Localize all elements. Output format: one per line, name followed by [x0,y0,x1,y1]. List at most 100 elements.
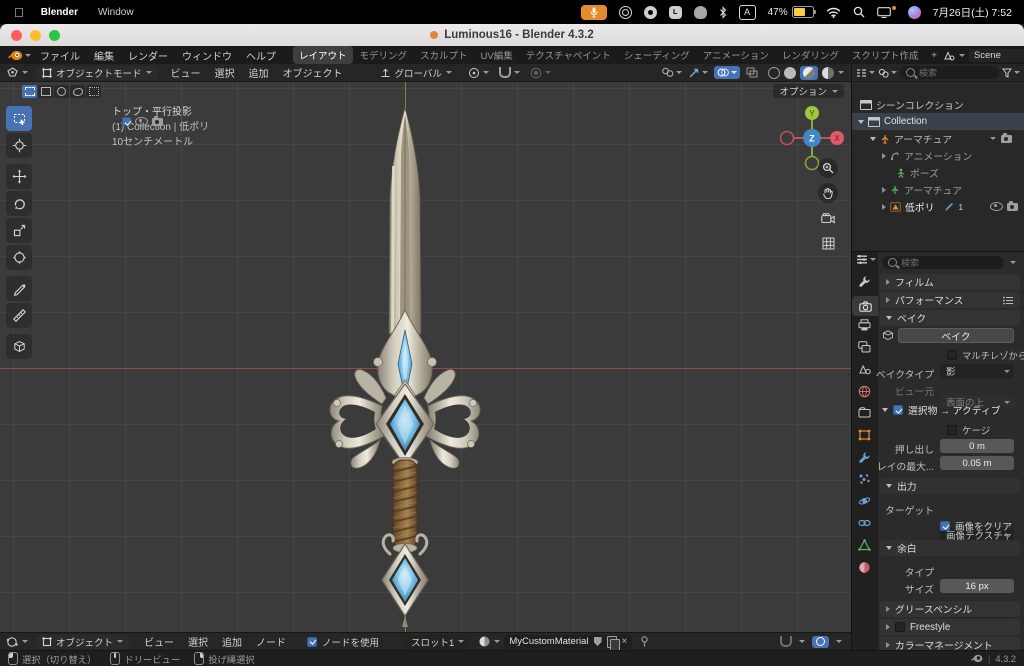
tab-shading[interactable]: シェーディング [618,46,696,64]
tab-object-data[interactable] [858,539,871,551]
properties-editor-type-button[interactable] [856,254,876,265]
outliner-search-field[interactable] [900,66,999,79]
unlink-material-icon[interactable]: × [622,637,628,647]
outliner-filter-dropdown[interactable] [878,68,897,78]
transform-tool[interactable] [6,245,32,270]
material-name-field[interactable]: MyCustomMaterial × [504,635,632,649]
tab-sculpt[interactable]: スカルプト [414,46,474,64]
tweak-tool-button[interactable] [22,85,37,98]
viewport-canvas[interactable]: トップ・平行投影 (1) Collection | 低ポリ 10センチメートル … [0,82,852,632]
cage-checkbox[interactable]: ケージ [947,423,990,437]
headset-menu-icon[interactable] [694,6,707,19]
pin-material-icon[interactable] [640,636,649,647]
menu-window[interactable]: ウィンドウ [175,48,239,63]
outliner-row-pose[interactable]: ポーズ [896,164,939,181]
sword-model[interactable] [320,94,490,632]
mic-status-button[interactable] [581,5,607,20]
minimize-window-button[interactable] [30,30,41,41]
shader-snap-toggle[interactable] [780,636,792,647]
menu-render[interactable]: レンダー [121,48,175,63]
outliner-display-mode-dropdown[interactable] [856,68,875,78]
material-slot-dropdown[interactable]: スロット1 [405,635,470,649]
shader-menu-select[interactable]: 選択 [181,634,215,649]
cursor-tool[interactable] [6,133,32,158]
shader-overlays-toggle[interactable] [812,636,829,648]
properties-search-caret[interactable] [1010,261,1016,264]
overlays-toggle-dropdown[interactable] [714,66,740,79]
use-nodes-checkbox[interactable]: ノードを使用 [307,635,379,649]
tab-view-layer[interactable] [858,341,871,353]
tab-scripting[interactable]: スクリプト作成 [846,46,925,64]
tab-tool[interactable] [858,275,871,288]
select-box-mini-button[interactable] [38,85,53,98]
tab-particles[interactable] [858,473,871,485]
panel-grease-pencil[interactable]: グリースペンシル [880,601,1020,617]
viewport-menu-view[interactable]: ビュー [164,65,208,80]
select-circle-mini-button[interactable] [54,85,69,98]
viewport-menu-select[interactable]: 選択 [208,65,242,80]
properties-search-field[interactable] [882,256,1004,269]
panel-margin[interactable]: 余白 [880,540,1020,556]
zoom-window-button[interactable] [49,30,60,41]
viewport-menu-object[interactable]: オブジェクト [276,65,350,80]
object-visibility-dropdown[interactable] [661,67,682,78]
clear-image-checkbox[interactable]: 画像をクリア [940,519,1012,533]
snap-options-caret[interactable] [514,71,520,74]
siri-icon[interactable] [908,6,921,19]
options-button[interactable]: オプション [773,84,844,98]
tab-texture-paint[interactable]: テクスチャペイント [520,46,617,64]
obs-menu-icon[interactable] [619,6,632,19]
outliner-row-armature-data[interactable]: アーマチュア [882,181,962,198]
panel-film[interactable]: フィルム [880,274,1020,290]
apple-menu-icon[interactable]:  [14,6,24,19]
rotate-tool[interactable] [6,191,32,216]
controller-menu-icon[interactable] [644,6,657,19]
scene-type-icon[interactable] [943,50,955,61]
tab-rendering[interactable]: レンダリング [776,46,845,64]
bake-button[interactable]: ベイク [898,328,1014,343]
snap-toggle[interactable] [499,67,511,78]
panel-output[interactable]: 出力 [880,478,1020,494]
pivot-point-dropdown[interactable] [468,67,489,79]
shader-overlays-caret[interactable] [836,640,842,643]
spotlight-icon[interactable] [853,6,865,18]
shading-material-button[interactable] [800,66,818,80]
move-tool[interactable] [6,164,32,189]
close-window-button[interactable] [11,30,22,41]
shader-menu-view[interactable]: ビュー [137,634,181,649]
menu-help[interactable]: ヘルプ [239,48,283,63]
zoom-view-button[interactable] [818,158,838,178]
tab-object[interactable] [858,429,871,441]
annotate-tool[interactable] [6,276,32,301]
properties-search-input[interactable] [901,258,998,268]
input-source-badge[interactable]: A [739,5,756,20]
armature-extra-caret[interactable] [990,137,996,140]
transform-orientation-dropdown[interactable]: グローバル [374,66,458,80]
fake-user-icon[interactable] [594,637,602,646]
bluetooth-icon[interactable] [719,6,727,19]
shader-menu-node[interactable]: ノード [249,634,293,649]
menubar-clock[interactable]: 7月26日(土) 7:52 [933,5,1012,20]
disable-render-collection-icon[interactable] [152,118,163,126]
margin-size-field[interactable]: 16 px [940,579,1014,593]
shader-snap-caret[interactable] [799,640,805,643]
shading-solid-button[interactable] [784,67,796,79]
shader-editor-type-button[interactable] [6,636,28,648]
pan-view-button[interactable] [818,183,838,203]
editor-type-button[interactable] [6,67,28,79]
gizmos-toggle-dropdown[interactable] [688,67,708,79]
disable-render-armature-icon[interactable] [1001,135,1012,143]
scale-tool[interactable] [6,218,32,243]
shading-rendered-button[interactable] [822,67,834,79]
tab-render-active[interactable] [852,296,878,316]
outliner-row-collection[interactable]: Collection [858,113,927,130]
extrusion-value-field[interactable]: 0 m [940,439,1014,453]
tab-collection[interactable] [858,407,871,418]
panel-performance[interactable]: パフォーマンス [880,292,1020,308]
line-menu-icon[interactable]: L [669,6,682,19]
outliner-row-armature-object[interactable]: アーマチュア [870,130,952,147]
preset-menu-icon[interactable] [1003,296,1014,305]
add-workspace-button[interactable]: + [925,48,943,63]
shading-wireframe-button[interactable] [768,67,780,79]
menu-file[interactable]: ファイル [33,48,87,63]
